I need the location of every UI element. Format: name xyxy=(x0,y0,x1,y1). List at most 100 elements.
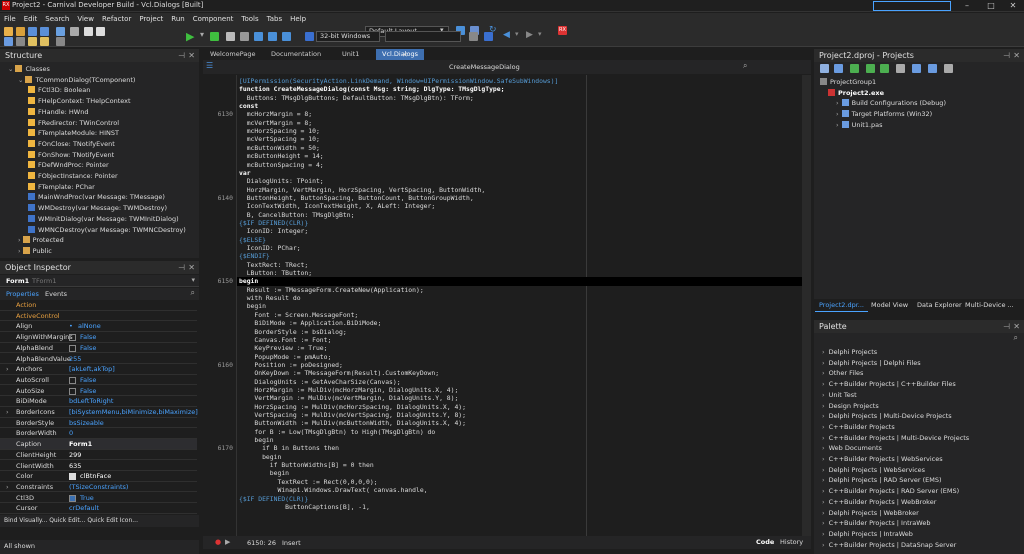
property-row[interactable]: AutoSize False xyxy=(0,386,197,397)
property-value[interactable]: 0 xyxy=(69,428,73,439)
code-line[interactable]: HorzSpacing := MulDiv(mcHorzSpacing, Dia… xyxy=(239,403,466,411)
close-button[interactable]: ✕ xyxy=(1002,0,1024,12)
code-line[interactable]: begin xyxy=(239,277,258,285)
property-row[interactable]: › BorderIcons [biSystemMenu,biMinimize,biM… xyxy=(0,407,198,418)
code-line[interactable]: {$ENDIF} xyxy=(239,252,270,260)
open-icon[interactable] xyxy=(16,27,25,36)
property-expand-icon[interactable]: › xyxy=(6,407,9,418)
open-project-icon[interactable] xyxy=(56,27,65,36)
palette-category[interactable]: C++Builder Projects | IntraWeb xyxy=(822,518,1022,529)
editor-tab[interactable]: WelcomePage xyxy=(204,49,261,60)
code-line[interactable]: mcHorzMargin = 8; xyxy=(239,110,312,118)
code-line[interactable]: {$ELSE} xyxy=(239,236,266,244)
property-row[interactable]: AutoScroll False xyxy=(0,375,197,386)
back-dropdown-icon[interactable]: ▾ xyxy=(515,30,519,38)
editor-tab[interactable]: Unit1 xyxy=(336,49,365,60)
project-item[interactable]: › Target Platforms (Win32) xyxy=(836,109,932,119)
step-over-icon[interactable] xyxy=(254,32,263,41)
property-row[interactable]: ActiveControl xyxy=(0,311,197,322)
minimize-button[interactable]: – xyxy=(956,0,978,12)
property-row[interactable]: Ctl3D True xyxy=(0,493,197,504)
code-line[interactable]: ButtonWidth := MulDiv(mcButtonWidth, Dia… xyxy=(239,419,466,427)
palette-category[interactable]: C++Builder Projects | Multi-Device Proje… xyxy=(822,433,1022,444)
palette-pin-icon[interactable]: ⊣ xyxy=(1003,320,1010,333)
palette-category[interactable]: Unit Test xyxy=(822,390,1022,401)
palette-category[interactable]: Design Projects xyxy=(822,401,1022,412)
code-line[interactable]: HorzMargin := MulDiv(mcHorzMargin, Dialo… xyxy=(239,386,458,394)
palette-category[interactable]: Other Files xyxy=(822,368,1022,379)
code-line[interactable]: mcVertMargin = 8; xyxy=(239,119,312,127)
property-value[interactable]: (TSizeConstraints) xyxy=(69,482,128,493)
save-all-icon[interactable] xyxy=(40,27,49,36)
checkbox-icon[interactable] xyxy=(69,334,76,342)
property-row[interactable]: BorderWidth 0 xyxy=(0,428,197,439)
structure-item[interactable]: FObjectInstance: Pointer xyxy=(28,171,118,181)
code-line[interactable]: function CreateMessageDialog(const Msg: … xyxy=(239,85,504,93)
projects-pin-icon[interactable]: ⊣ xyxy=(1003,49,1010,62)
code-editor[interactable]: [UIPermission(SecurityAction.LinkDemand,… xyxy=(203,75,811,536)
forward-dropdown-icon[interactable]: ▾ xyxy=(538,30,542,38)
property-row[interactable]: Color clBtnFace xyxy=(0,471,197,482)
checkbox-icon[interactable] xyxy=(69,376,76,384)
new-icon[interactable] xyxy=(4,27,13,36)
expand-chevron-icon[interactable]: › xyxy=(18,236,21,244)
property-value[interactable]: 299 xyxy=(69,450,81,461)
projects-new-icon[interactable] xyxy=(820,64,829,73)
palette-category[interactable]: Delphi Projects xyxy=(822,347,1022,358)
save-icon[interactable] xyxy=(28,27,37,36)
code-line[interactable]: Font := Screen.MessageFont; xyxy=(239,311,358,319)
palette-category[interactable]: Delphi Projects | Delphi Files xyxy=(822,358,1022,369)
editor-nav-icon[interactable]: ☰ xyxy=(206,61,213,70)
code-line[interactable]: HorzMargin, VertMargin, HorzSpacing, Ver… xyxy=(239,186,486,194)
tab-events[interactable]: Events xyxy=(45,290,67,298)
code-line[interactable]: mcButtonSpacing = 4; xyxy=(239,161,324,169)
close-oi-icon[interactable]: ✕ xyxy=(188,261,195,274)
structure-item[interactable]: FOnClose: TNotifyEvent xyxy=(28,139,115,149)
run-dropdown-icon[interactable]: ▾ xyxy=(200,30,204,39)
view-unit-icon[interactable] xyxy=(16,37,25,46)
project-panel-tab[interactable]: Model View xyxy=(867,300,912,311)
trace-into-icon[interactable] xyxy=(268,32,277,41)
property-value[interactable]: 255 xyxy=(69,354,81,365)
structure-item[interactable]: WMDestroy(var Message: TWMDestroy) xyxy=(28,203,167,213)
property-value[interactable]: 635 xyxy=(69,461,81,472)
structure-item[interactable]: WMInitDialog(var Message: TWMInitDialog) xyxy=(28,214,179,224)
palette-category[interactable]: C++Builder Projects | WebBroker xyxy=(822,497,1022,508)
code-line[interactable]: if ButtonWidths[B] = 0 then xyxy=(239,461,374,469)
run-icon[interactable]: ▶ xyxy=(186,30,194,43)
property-expand-icon[interactable]: › xyxy=(6,482,9,493)
projects-activate-icon[interactable] xyxy=(834,64,843,73)
code-line[interactable]: var xyxy=(239,169,251,177)
menu-component[interactable]: Component xyxy=(189,13,238,25)
pin-icon[interactable]: ⊣ xyxy=(178,49,185,62)
code-line[interactable]: for B := Low(TMsgDlgBtn) to High(TMsgDlg… xyxy=(239,428,435,436)
code-line[interactable]: with Result do xyxy=(239,294,301,302)
pause-icon[interactable] xyxy=(226,32,235,41)
palette-category[interactable]: Delphi Projects | IntraWeb xyxy=(822,529,1022,540)
property-row[interactable]: › Constraints (TSizeConstraints) xyxy=(0,482,197,493)
code-line[interactable]: DialogUnits: TPoint; xyxy=(239,177,324,185)
expand-chevron-icon[interactable]: › xyxy=(836,99,839,107)
code-line[interactable]: mcButtonWidth = 50; xyxy=(239,144,320,152)
expand-chevron-icon[interactable]: › xyxy=(18,247,21,255)
structure-item[interactable]: WMNCDestroy(var Message: TWMNCDestroy) xyxy=(28,225,186,235)
checkbox-icon[interactable] xyxy=(69,387,76,395)
tab-properties[interactable]: Properties xyxy=(6,290,39,298)
help-icon[interactable] xyxy=(4,37,13,46)
menu-tabs[interactable]: Tabs xyxy=(263,13,287,25)
structure-item[interactable]: FOnShow: TNotifyEvent xyxy=(28,150,114,160)
structure-item[interactable]: MainWndProc(var Message: TMessage) xyxy=(28,192,165,202)
menu-view[interactable]: View xyxy=(73,13,98,25)
run-to-cursor-icon[interactable] xyxy=(282,32,291,41)
palette-category[interactable]: C++Builder Projects | RAD Server (EMS) xyxy=(822,486,1022,497)
property-value[interactable]: False xyxy=(80,386,96,397)
view-form-icon[interactable] xyxy=(28,37,37,46)
code-line[interactable]: IconTextWidth, IconTextHeight, X, ALeft:… xyxy=(239,202,436,210)
code-line[interactable]: {$IF DEFINED(CLR)} xyxy=(239,219,308,227)
code-line[interactable]: BiDiMode := Application.BiDiMode; xyxy=(239,319,381,327)
back-icon[interactable]: ◀ xyxy=(503,30,510,40)
code-line[interactable]: {$IF DEFINED(CLR)} xyxy=(239,495,308,503)
structure-item[interactable]: FCtl3D: Boolean xyxy=(28,85,90,95)
palette-category[interactable]: Delphi Projects | Multi-Device Projects xyxy=(822,411,1022,422)
property-value[interactable]: Form1 xyxy=(69,439,92,450)
